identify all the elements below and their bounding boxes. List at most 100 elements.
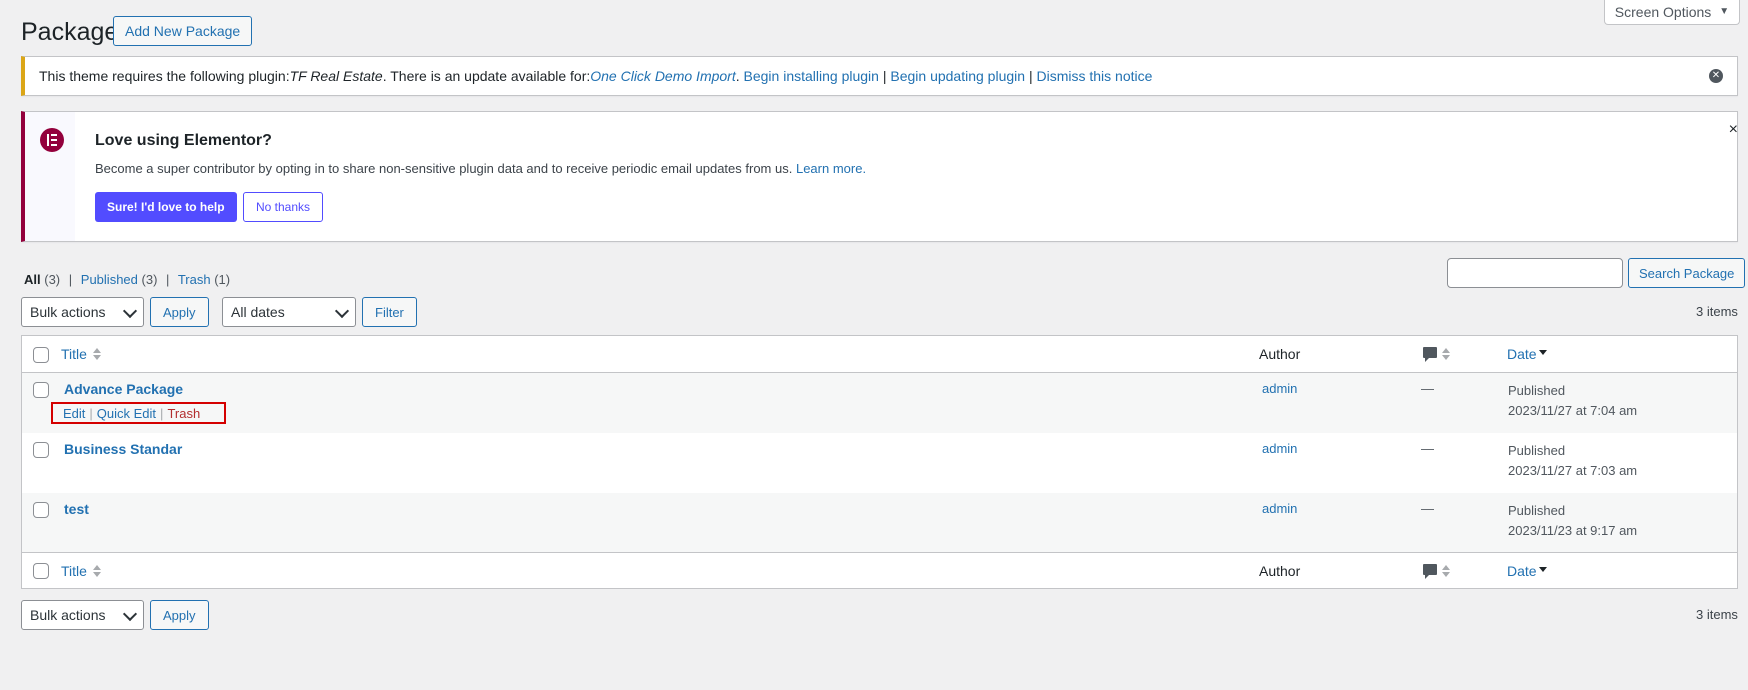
quick-edit-link[interactable]: Quick Edit xyxy=(97,406,156,421)
comment-bubble-icon[interactable] xyxy=(1423,564,1437,579)
post-datetime: 2023/11/27 at 7:04 am xyxy=(1508,403,1638,418)
close-icon[interactable]: × xyxy=(1729,121,1738,139)
column-title-sort[interactable]: Title xyxy=(61,346,87,362)
bulk-actions-value: Bulk actions xyxy=(30,607,106,623)
comments-count: — xyxy=(1421,381,1434,396)
comment-bubble-icon[interactable] xyxy=(1423,347,1437,362)
elementor-logo-icon xyxy=(40,128,64,152)
date-filter-select[interactable]: All dates xyxy=(222,297,356,327)
comments-count: — xyxy=(1421,501,1434,516)
notice-separator: | xyxy=(1028,68,1033,84)
author-link[interactable]: admin xyxy=(1262,441,1297,456)
page-title: Package xyxy=(21,18,119,46)
dismiss-circle-icon[interactable]: ✕ xyxy=(1709,69,1723,83)
date-filter-value: All dates xyxy=(231,304,285,320)
post-date: Published 2023/11/27 at 7:03 am xyxy=(1508,441,1637,481)
apply-button-bottom[interactable]: Apply xyxy=(150,600,209,630)
column-title-sort[interactable]: Title xyxy=(61,563,87,579)
row-checkbox[interactable] xyxy=(33,442,49,458)
author-link[interactable]: admin xyxy=(1262,501,1297,516)
post-status-views: All (3) | Published (3) | Trash (1) xyxy=(24,272,230,287)
notice-period: . xyxy=(735,68,740,84)
begin-installing-link[interactable]: Begin installing plugin xyxy=(744,68,879,84)
post-title-link[interactable]: Business Standar xyxy=(64,441,182,457)
bulk-actions-value: Bulk actions xyxy=(30,304,106,320)
screen-options-label: Screen Options xyxy=(1614,3,1712,20)
post-status: Published xyxy=(1508,383,1566,398)
post-datetime: 2023/11/23 at 9:17 am xyxy=(1508,523,1638,538)
view-separator: | xyxy=(166,272,170,287)
sort-arrows-icon[interactable] xyxy=(1442,565,1450,577)
elementor-notice-title: Love using Elementor? xyxy=(95,132,272,149)
sort-desc-icon[interactable] xyxy=(1539,350,1547,355)
view-published-count: (3) xyxy=(141,272,158,287)
elementor-notice-body: Become a super contributor by opting in … xyxy=(95,161,793,176)
dismiss-notice-link[interactable]: Dismiss this notice xyxy=(1036,68,1152,84)
post-title-link[interactable]: Advance Package xyxy=(64,381,183,397)
no-thanks-button[interactable]: No thanks xyxy=(243,192,324,222)
author-link[interactable]: admin xyxy=(1262,381,1297,396)
select-all-checkbox[interactable] xyxy=(33,563,49,579)
post-status: Published xyxy=(1508,443,1566,458)
view-trash[interactable]: Trash xyxy=(178,272,211,287)
row-checkbox[interactable] xyxy=(33,382,49,398)
post-status: Published xyxy=(1508,503,1566,518)
bulk-actions-select-bottom[interactable]: Bulk actions xyxy=(21,600,144,630)
items-count-bottom: 3 items xyxy=(1696,607,1738,622)
comments-count: — xyxy=(1421,441,1434,456)
view-published[interactable]: Published xyxy=(81,272,138,287)
chevron-down-icon xyxy=(122,303,138,319)
posts-table: Title Author Date Advance Package Edit |… xyxy=(21,335,1738,589)
filter-button[interactable]: Filter xyxy=(362,297,417,327)
screen-options-toggle[interactable]: Screen Options ▼ xyxy=(1604,0,1740,25)
column-author: Author xyxy=(1259,563,1301,579)
view-trash-count: (1) xyxy=(214,272,231,287)
view-all-count: (3) xyxy=(44,272,61,287)
table-row: test admin — Published 2023/11/23 at 9:1… xyxy=(22,493,1737,552)
column-date-sort[interactable]: Date xyxy=(1507,563,1537,579)
action-separator: | xyxy=(160,405,164,421)
table-row: Business Standar admin — Published 2023/… xyxy=(22,433,1737,493)
notice-separator: | xyxy=(882,68,887,84)
elementor-notice-sidebar xyxy=(25,112,75,241)
required-plugin-name: TF Real Estate xyxy=(289,68,383,84)
notice-text-middle: . There is an update available for: xyxy=(382,68,591,84)
search-package-button[interactable]: Search Package xyxy=(1628,258,1746,288)
search-input[interactable] xyxy=(1447,258,1623,288)
table-header: Title Author Date xyxy=(22,336,1737,373)
begin-updating-link[interactable]: Begin updating plugin xyxy=(890,68,1025,84)
elementor-optin-notice: Love using Elementor? Become a super con… xyxy=(21,111,1738,242)
items-count-top: 3 items xyxy=(1696,304,1738,319)
select-all-checkbox[interactable] xyxy=(33,347,49,363)
apply-button-top[interactable]: Apply xyxy=(150,297,209,327)
row-checkbox[interactable] xyxy=(33,502,49,518)
sort-desc-icon[interactable] xyxy=(1539,567,1547,572)
table-footer: Title Author Date xyxy=(22,552,1737,589)
bulk-actions-select-top[interactable]: Bulk actions xyxy=(21,297,144,327)
elementor-notice-text: Become a super contributor by opting in … xyxy=(95,161,866,176)
post-datetime: 2023/11/27 at 7:03 am xyxy=(1508,463,1638,478)
post-date: Published 2023/11/23 at 9:17 am xyxy=(1508,501,1637,541)
chevron-down-icon xyxy=(122,606,138,622)
edit-link[interactable]: Edit xyxy=(63,406,85,421)
view-separator: | xyxy=(68,272,73,287)
sort-arrows-icon[interactable] xyxy=(93,348,101,360)
caret-down-icon: ▼ xyxy=(1719,6,1730,17)
action-separator: | xyxy=(89,405,93,421)
post-date: Published 2023/11/27 at 7:04 am xyxy=(1508,381,1637,421)
add-new-package-button[interactable]: Add New Package xyxy=(113,16,253,46)
sort-arrows-icon[interactable] xyxy=(93,565,101,577)
sort-arrows-icon[interactable] xyxy=(1442,348,1450,360)
row-actions-highlight: Edit | Quick Edit | Trash xyxy=(51,402,226,424)
update-plugin-link[interactable]: One Click Demo Import xyxy=(590,68,735,84)
post-title-link[interactable]: test xyxy=(64,501,89,517)
view-all[interactable]: All xyxy=(24,272,41,287)
learn-more-link[interactable]: Learn more. xyxy=(796,161,866,176)
trash-link[interactable]: Trash xyxy=(167,406,200,421)
chevron-down-icon xyxy=(334,303,350,319)
plugin-required-notice: This theme requires the following plugin… xyxy=(21,56,1738,96)
notice-text-before: This theme requires the following plugin… xyxy=(39,68,290,84)
opt-in-button[interactable]: Sure! I'd love to help xyxy=(95,192,237,222)
column-date-sort[interactable]: Date xyxy=(1507,346,1537,362)
column-author: Author xyxy=(1259,346,1301,362)
